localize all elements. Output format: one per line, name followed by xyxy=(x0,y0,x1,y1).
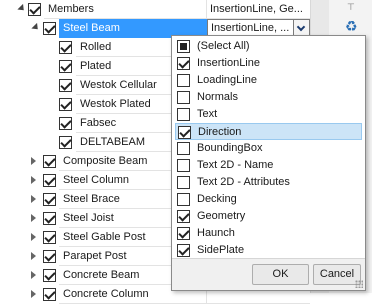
option-label: (Select All) xyxy=(197,40,250,52)
dropdown-footer: OK Cancel xyxy=(172,259,365,290)
sibling-checkbox[interactable] xyxy=(43,250,56,263)
option-label: Geometry xyxy=(197,210,246,222)
option-item[interactable]: Text xyxy=(175,106,362,123)
option-item[interactable]: LoadingLine xyxy=(175,72,362,89)
option-item[interactable]: SidePlate xyxy=(175,242,362,259)
option-item[interactable]: Decking xyxy=(175,191,362,208)
sibling-checkbox[interactable] xyxy=(43,193,56,206)
option-item[interactable]: (Select All) xyxy=(175,38,362,55)
option-checkbox[interactable] xyxy=(177,176,190,189)
expand-arrow-icon[interactable] xyxy=(17,3,27,14)
expand-arrow-icon[interactable] xyxy=(31,195,36,203)
option-label: Haunch xyxy=(197,227,235,239)
sibling-checkbox[interactable] xyxy=(43,231,56,244)
option-checkbox[interactable] xyxy=(177,40,190,53)
option-checkbox[interactable] xyxy=(177,244,190,257)
option-item[interactable]: Geometry xyxy=(175,208,362,225)
option-item[interactable]: Direction xyxy=(175,123,362,140)
option-label: Direction xyxy=(198,126,242,138)
resize-grip-icon[interactable] xyxy=(355,280,363,288)
option-checkbox[interactable] xyxy=(177,108,190,121)
option-checkbox[interactable] xyxy=(177,91,190,104)
option-item[interactable]: BoundingBox xyxy=(175,140,362,157)
child-checkbox[interactable] xyxy=(59,136,72,149)
option-checkbox[interactable] xyxy=(177,210,190,223)
sibling-checkbox[interactable] xyxy=(43,269,56,282)
tree-row-members[interactable]: Members InsertionLine, Ge... xyxy=(0,0,310,19)
expand-arrow-icon[interactable] xyxy=(31,290,36,298)
filter-dropdown-panel: (Select All) InsertionLine LoadingLine Norm… xyxy=(171,35,366,291)
refresh-icon[interactable]: ♻ xyxy=(345,18,358,35)
option-label: BoundingBox xyxy=(197,142,263,154)
option-checkbox[interactable] xyxy=(177,227,190,240)
option-item[interactable]: Text 2D - Name xyxy=(175,157,362,174)
sibling-checkbox[interactable] xyxy=(43,174,56,187)
ok-button[interactable]: OK xyxy=(252,264,309,285)
expand-arrow-icon[interactable] xyxy=(31,271,36,279)
child-checkbox[interactable] xyxy=(59,60,72,73)
cancel-button[interactable]: Cancel xyxy=(313,264,361,285)
option-label: LoadingLine xyxy=(197,74,257,86)
chevron-down-icon xyxy=(296,22,306,32)
option-item[interactable]: InsertionLine xyxy=(175,55,362,72)
option-checkbox[interactable] xyxy=(177,159,190,172)
option-label: Text 2D - Attributes xyxy=(197,176,290,188)
option-label: Text 2D - Name xyxy=(197,159,274,171)
child-checkbox[interactable] xyxy=(59,41,72,54)
option-label: InsertionLine xyxy=(197,57,260,69)
option-label: SidePlate xyxy=(197,244,245,256)
option-checkbox[interactable] xyxy=(178,126,191,139)
expand-arrow-icon[interactable] xyxy=(31,176,36,184)
expand-arrow-icon[interactable] xyxy=(31,157,36,165)
option-checkbox[interactable] xyxy=(177,57,190,70)
option-item[interactable]: Haunch xyxy=(175,225,362,242)
option-label: Decking xyxy=(197,193,237,205)
option-checkbox[interactable] xyxy=(177,142,190,155)
expand-arrow-icon[interactable] xyxy=(31,233,36,241)
steel-beam-checkbox[interactable] xyxy=(43,22,56,35)
pin-icon[interactable]: ⊤ xyxy=(347,2,355,13)
expand-arrow-icon[interactable] xyxy=(31,22,41,33)
expand-arrow-icon[interactable] xyxy=(31,214,36,222)
child-checkbox[interactable] xyxy=(59,117,72,130)
sibling-checkbox[interactable] xyxy=(43,288,56,301)
option-label: Text xyxy=(197,108,218,120)
option-checkbox[interactable] xyxy=(177,193,190,206)
option-item[interactable]: Normals xyxy=(175,89,362,106)
child-checkbox[interactable] xyxy=(59,79,72,92)
child-checkbox[interactable] xyxy=(59,98,72,111)
expand-arrow-icon[interactable] xyxy=(31,252,36,260)
tree-label: Members xyxy=(44,0,207,19)
members-checkbox[interactable] xyxy=(28,3,41,16)
option-item[interactable]: Text 2D - Attributes xyxy=(175,174,362,191)
option-label: Normals xyxy=(197,91,238,103)
sibling-checkbox[interactable] xyxy=(43,212,56,225)
tree-value[interactable]: InsertionLine, Ge... xyxy=(207,0,310,19)
sibling-checkbox[interactable] xyxy=(43,155,56,168)
option-checkbox[interactable] xyxy=(177,74,190,87)
